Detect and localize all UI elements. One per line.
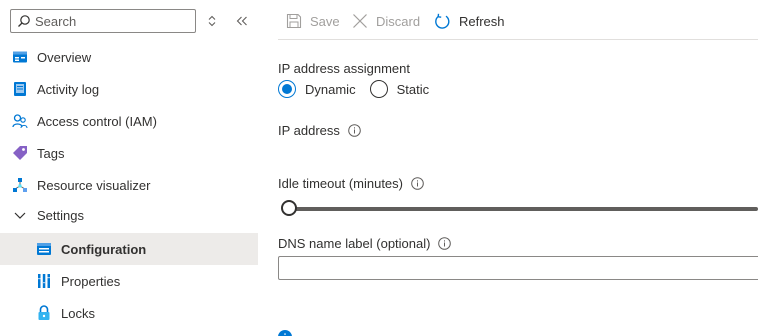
idle-timeout-label: Idle timeout (minutes) [278, 176, 424, 191]
search-box[interactable] [10, 9, 196, 33]
sidebar-item-overview[interactable]: Overview [0, 41, 258, 73]
save-button[interactable]: Save [286, 11, 340, 31]
close-icon [353, 14, 367, 28]
chevron-down-icon [14, 212, 26, 219]
radio-circle[interactable] [278, 80, 296, 98]
sidebar-item-label: Properties [61, 273, 121, 289]
command-bar: Save Discard Refresh [278, 0, 758, 40]
sidebar-item-access-control[interactable]: Access control (IAM) [0, 105, 258, 137]
idle-timeout-slider-track[interactable] [282, 207, 758, 211]
info-filled-icon [278, 330, 292, 336]
search-input[interactable] [35, 13, 185, 29]
sidebar-item-label: Locks [61, 305, 95, 321]
sidebar-item-label: Configuration [61, 241, 147, 257]
sidebar-item-configuration[interactable]: Configuration [0, 233, 258, 265]
sidebar-group-label: Settings [37, 207, 84, 223]
ip-address-label: IP address [278, 123, 361, 138]
radio-circle[interactable] [369, 80, 388, 98]
sidebar-item-label: Overview [37, 49, 92, 65]
search-icon [18, 15, 30, 27]
sidebar-item-resource-visualizer[interactable]: Resource visualizer [0, 169, 258, 201]
sidebar-item-label: Resource visualizer [37, 177, 151, 193]
configuration-form: IP address assignment Dynamic Static IP … [278, 40, 758, 336]
static-radio[interactable]: Static [369, 80, 429, 98]
lock-icon [38, 305, 50, 320]
info-icon[interactable] [438, 237, 452, 250]
ip-assignment-label: IP address assignment [278, 61, 410, 76]
iam-icon [12, 114, 28, 129]
sidebar-item-activity-log[interactable]: Activity log [0, 73, 258, 105]
sidebar-item-label: Tags [37, 145, 65, 161]
info-icon[interactable] [348, 124, 361, 137]
idle-timeout-slider-thumb[interactable] [281, 200, 297, 216]
dns-label: DNS name label (optional) [278, 236, 452, 251]
sidebar-item-tags[interactable]: Tags [0, 137, 258, 169]
refresh-icon [435, 13, 450, 29]
sidebar-item-locks[interactable]: Locks [0, 297, 258, 329]
activity-log-icon [14, 82, 26, 96]
ip-assignment-radio-group: Dynamic Static [278, 80, 443, 98]
resource-visualizer-icon [13, 178, 27, 192]
refresh-button[interactable]: Refresh [434, 11, 505, 31]
save-icon [286, 13, 302, 29]
tag-icon [13, 146, 27, 160]
sidebar-item-label: Activity log [37, 81, 100, 97]
sidebar-item-properties[interactable]: Properties [0, 265, 258, 297]
sidebar-group-settings[interactable]: Settings [0, 199, 258, 231]
radio-dot [282, 84, 292, 94]
resource-menu: Overview Activity log Access control (IA… [0, 0, 258, 336]
dns-name-input[interactable] [278, 256, 758, 280]
discard-button[interactable]: Discard [352, 11, 420, 31]
collapse-menu-icon[interactable] [234, 12, 250, 30]
overview-icon [13, 51, 27, 63]
configuration-icon [37, 243, 51, 255]
sort-toggle-icon[interactable] [204, 12, 220, 30]
sidebar-item-label: Access control (IAM) [37, 113, 157, 129]
dynamic-radio[interactable]: Dynamic [278, 80, 356, 98]
properties-icon [38, 274, 50, 288]
info-icon[interactable] [411, 177, 424, 190]
info-notice [278, 330, 292, 336]
